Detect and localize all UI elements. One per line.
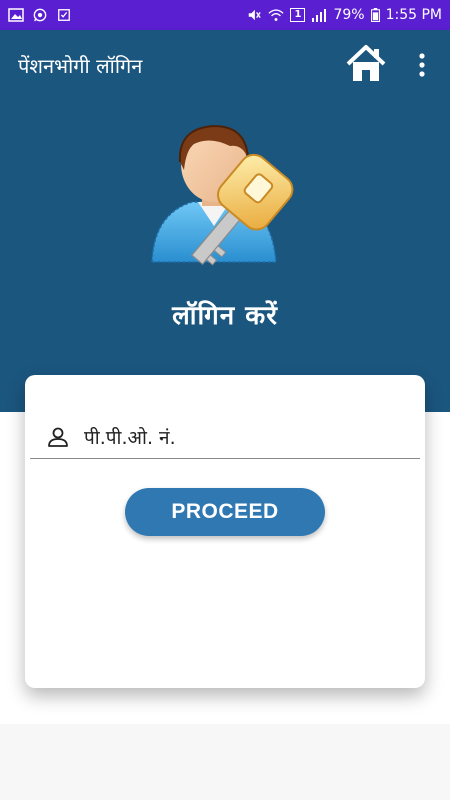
more-vert-icon [419,53,425,77]
login-heading: लॉगिन करें [172,301,278,331]
login-card: PROCEED [25,375,425,688]
ppo-number-input[interactable] [84,423,404,453]
overflow-menu-button[interactable] [410,48,434,82]
gallery-icon [8,8,24,22]
wifi-icon [268,9,285,21]
app-title: पेंशनभोगी लॉगिन [18,53,143,78]
proceed-button[interactable]: PROCEED [125,488,325,536]
status-right-icons: 1 79% 1:55 PM [246,7,442,23]
home-icon [346,45,386,81]
whatsapp-icon [33,8,47,22]
battery-icon [370,8,380,22]
status-left-icons [8,8,72,22]
app-bar: पेंशनभोगी लॉगिन [0,30,450,100]
home-button[interactable] [344,42,388,86]
signal-icon [312,9,327,22]
status-bar: 1 79% 1:55 PM [0,0,450,30]
mute-icon [249,9,262,21]
login-hero: लॉगिन करें [0,100,450,412]
battery-percent: 79% [333,7,365,23]
user-icon [48,427,68,447]
sim1-icon: 1 [290,8,306,22]
status-time: 1:55 PM [385,7,442,23]
user-key-icon [151,124,294,266]
task-icon [58,9,70,21]
ppo-field-row [30,421,420,459]
